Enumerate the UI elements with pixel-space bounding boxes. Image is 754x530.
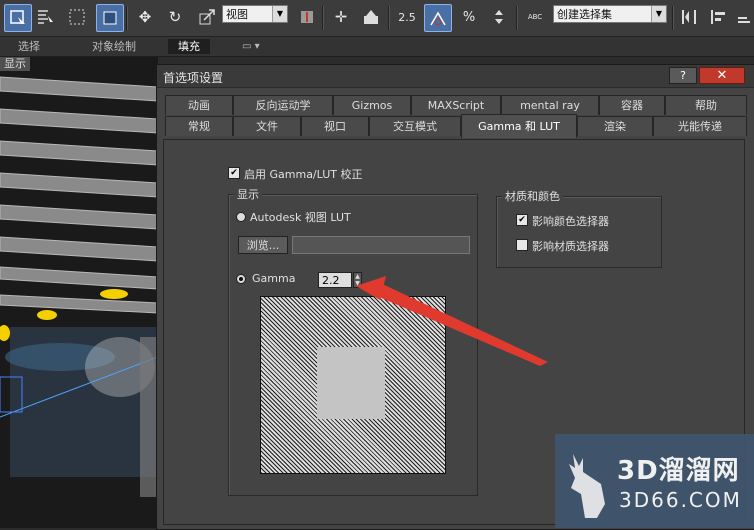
watermark-brand: 3D溜溜网 (617, 456, 740, 486)
watermark: 3D溜溜网 3D66.COM (555, 434, 754, 528)
watermark-url: 3D66.COM (619, 488, 742, 512)
deer-logo-icon (569, 454, 605, 518)
